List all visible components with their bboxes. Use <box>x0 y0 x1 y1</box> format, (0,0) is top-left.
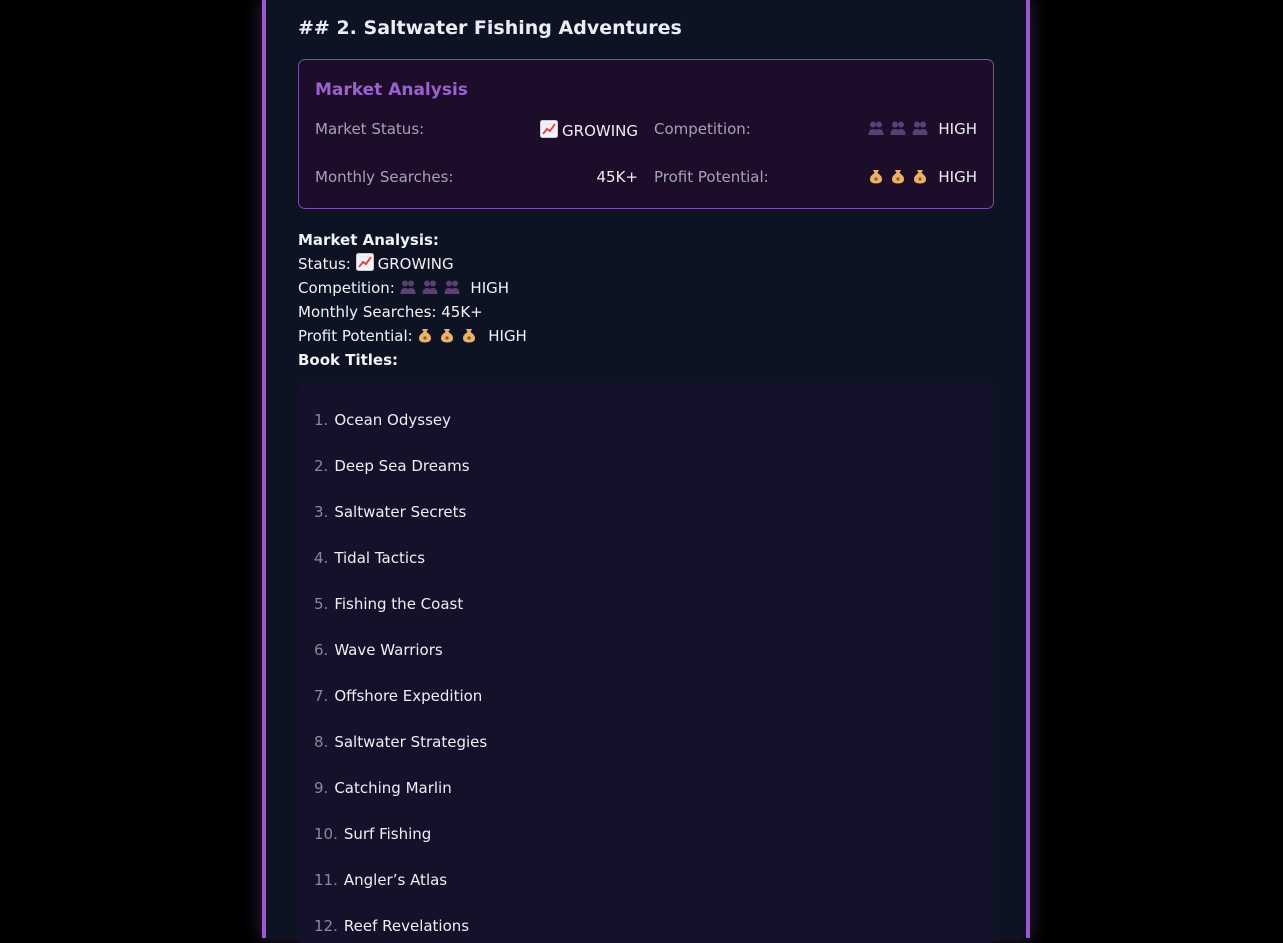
list-item: 4. Tidal Tactics <box>314 549 426 567</box>
list-item: 12. Reef Revelations <box>314 917 470 935</box>
market-status-text: GROWING <box>562 122 638 140</box>
summary-status: Status: GROWING <box>298 252 527 276</box>
content-panel: ## 2. Saltwater Fishing Adventures Marke… <box>262 0 1030 943</box>
monthly-searches-value: 45K+ <box>596 168 639 186</box>
profit-potential-value: HIGH <box>868 168 977 188</box>
market-status-label: Market Status: <box>315 120 425 138</box>
list-item: 3. Saltwater Secrets <box>314 503 467 521</box>
list-item: 6. Wave Warriors <box>314 641 443 659</box>
summary-status-value: GROWING <box>377 255 454 273</box>
profit-potential-label: Profit Potential: <box>654 168 769 186</box>
book-titles-heading: Book Titles: <box>298 351 399 369</box>
summary-monthly-searches: Monthly Searches: 45K+ <box>298 300 527 324</box>
summary-competition-label: Competition: <box>298 279 395 297</box>
list-item: 9. Catching Marlin <box>314 779 452 797</box>
list-item: 10. Surf Fishing <box>314 825 432 843</box>
card-title: Market Analysis <box>315 80 468 100</box>
monthly-searches-label: Monthly Searches: <box>315 168 454 186</box>
list-item: 7. Offshore Expedition <box>314 687 483 705</box>
list-item: 11. Angler’s Atlas <box>314 871 448 889</box>
market-analysis-card: Market Analysis Market Status: GROWING C… <box>298 59 994 209</box>
summary-profit-value: HIGH <box>488 327 527 345</box>
summary-profit: Profit Potential: HIGH <box>298 324 527 348</box>
people-icon <box>400 278 466 302</box>
summary-status-label: Status: <box>298 255 351 273</box>
money-bag-icon <box>417 326 483 350</box>
market-summary: Market Analysis: Status: GROWING Competi… <box>298 228 527 372</box>
competition-label: Competition: <box>654 120 751 138</box>
list-item: 8. Saltwater Strategies <box>314 733 488 751</box>
people-icon <box>868 120 934 140</box>
market-status-value: GROWING <box>540 120 638 142</box>
summary-heading: Market Analysis: <box>298 231 439 249</box>
list-item: 5. Fishing the Coast <box>314 595 464 613</box>
profit-potential-text: HIGH <box>938 168 977 186</box>
summary-competition: Competition: HIGH <box>298 276 527 300</box>
chart-increasing-icon <box>355 253 374 278</box>
summary-monthly-searches-value: 45K+ <box>441 303 483 321</box>
chart-increasing-icon <box>540 120 559 142</box>
list-item: 1. Ocean Odyssey <box>314 411 452 429</box>
competition-value: HIGH <box>868 120 977 140</box>
money-bag-icon <box>868 168 934 188</box>
competition-text: HIGH <box>938 120 977 138</box>
list-item: 2. Deep Sea Dreams <box>314 457 470 475</box>
book-titles-list: 1. Ocean Odyssey 2. Deep Sea Dreams 3. Salt… <box>298 383 994 943</box>
summary-competition-value: HIGH <box>470 279 510 297</box>
summary-monthly-searches-label: Monthly Searches: <box>298 303 437 321</box>
summary-profit-label: Profit Potential: <box>298 327 413 345</box>
section-heading: ## 2. Saltwater Fishing Adventures <box>298 17 682 39</box>
